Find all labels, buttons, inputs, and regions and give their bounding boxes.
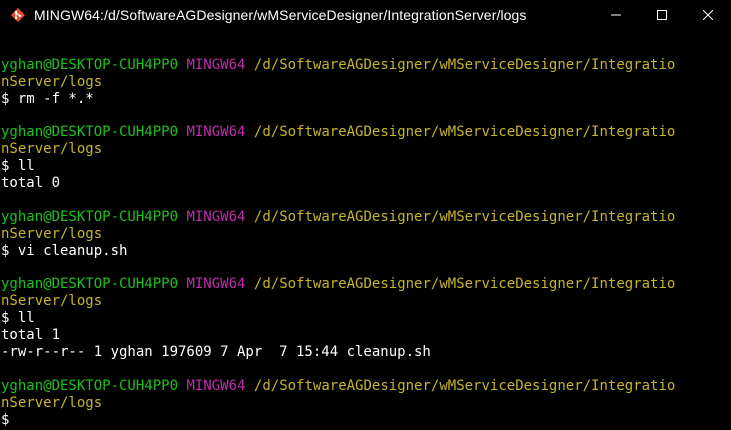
prompt-path-wrap: nServer/logs [1,74,731,91]
prompt-path-wrap: nServer/logs [1,226,731,243]
command-output: -rw-r--r-- 1 yghan 197609 7 Apr 7 15:44 … [1,344,431,361]
command-output: total 1 [1,327,61,344]
prompt-line: yghan@DESKTOP-CUH4PP0 MINGW64 /d/Softwar… [1,378,731,395]
prompt-path: /d/SoftwareAGDesigner/wMServiceDesigner/… [253,276,676,293]
prompt-shell: MINGW64 [186,208,246,225]
prompt-path: /d/SoftwareAGDesigner/wMServiceDesigner/… [253,208,676,225]
minimize-button[interactable] [593,0,639,30]
prompt-path-wrap: nServer/logs [1,395,731,412]
command-line: $ ll [1,310,35,327]
prompt-line: yghan@DESKTOP-CUH4PP0 MINGW64 /d/Softwar… [1,124,731,141]
close-icon [703,10,713,20]
terminal-output[interactable]: yghan@DESKTOP-CUH4PP0 MINGW64 /d/Softwar… [0,40,731,430]
command-line: $ vi cleanup.sh [1,242,128,259]
prompt-user-host: yghan@DESKTOP-CUH4PP0 [1,124,179,141]
minimize-icon [611,14,621,16]
prompt-path-continued: nServer/logs [1,394,103,411]
prompt-shell: MINGW64 [186,377,246,394]
maximize-button[interactable] [639,0,685,30]
window-title: MINGW64:/d/SoftwareAGDesigner/wMServiceD… [34,7,527,23]
command-prompt-input[interactable]: $ [1,412,731,429]
prompt-path-wrap: nServer/logs [1,293,731,310]
prompt-path-continued: nServer/logs [1,293,103,310]
title-bar[interactable]: MINGW64:/d/SoftwareAGDesigner/wMServiceD… [0,0,731,30]
prompt-path: /d/SoftwareAGDesigner/wMServiceDesigner/… [253,377,676,394]
prompt-shell: MINGW64 [186,276,246,293]
prompt-line: yghan@DESKTOP-CUH4PP0 MINGW64 /d/Softwar… [1,276,731,293]
prompt-path: /d/SoftwareAGDesigner/wMServiceDesigner/… [253,124,676,141]
prompt-path: /d/SoftwareAGDesigner/wMServiceDesigner/… [253,56,676,73]
prompt-shell: MINGW64 [186,56,246,73]
command-line: $ rm -f *.* [1,90,94,107]
prompt-user-host: yghan@DESKTOP-CUH4PP0 [1,276,179,293]
prompt-path-wrap: nServer/logs [1,141,731,158]
close-button[interactable] [685,0,731,30]
window-controls [593,0,731,30]
maximize-icon [657,10,667,20]
prompt-path-continued: nServer/logs [1,141,103,158]
prompt-line: yghan@DESKTOP-CUH4PP0 MINGW64 /d/Softwar… [1,209,731,226]
command-line: $ ll [1,158,35,175]
command-output: total 0 [1,175,61,192]
prompt-line: yghan@DESKTOP-CUH4PP0 MINGW64 /d/Softwar… [1,57,731,74]
prompt-user-host: yghan@DESKTOP-CUH4PP0 [1,56,179,73]
prompt-user-host: yghan@DESKTOP-CUH4PP0 [1,208,179,225]
prompt-path-continued: nServer/logs [1,225,103,242]
terminal-window: MINGW64:/d/SoftwareAGDesigner/wMServiceD… [0,0,731,430]
git-bash-icon [10,7,26,23]
prompt-shell: MINGW64 [186,124,246,141]
prompt-path-continued: nServer/logs [1,73,103,90]
prompt-user-host: yghan@DESKTOP-CUH4PP0 [1,377,179,394]
